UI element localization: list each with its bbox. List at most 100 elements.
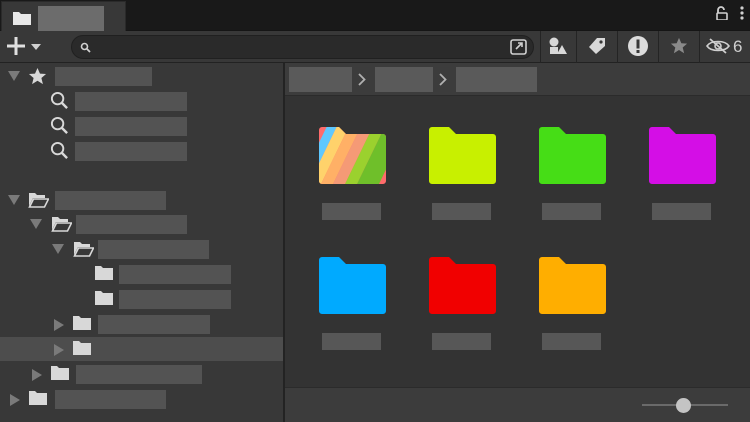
tree-item-label xyxy=(98,340,210,359)
folder-tree xyxy=(0,63,283,422)
folder-icon xyxy=(95,265,113,283)
folder-grid-label xyxy=(652,203,711,220)
folder-contents xyxy=(285,63,750,422)
collapse-arrow-icon[interactable] xyxy=(54,344,64,356)
tree-favorites[interactable] xyxy=(0,64,283,88)
tree-assets-root[interactable] xyxy=(0,188,283,212)
tree-folder[interactable] xyxy=(0,262,283,286)
tree-favorite-item[interactable] xyxy=(0,114,283,138)
tree-item-label xyxy=(76,215,187,234)
tree-folder[interactable] xyxy=(0,287,283,311)
more-options-icon[interactable] xyxy=(740,6,744,23)
folder-grid-item[interactable] xyxy=(308,127,398,237)
favorites-toggle-button[interactable] xyxy=(664,35,694,59)
folder-icon xyxy=(429,257,496,317)
open-search-window-icon[interactable] xyxy=(509,38,529,56)
folder-grid-label xyxy=(322,333,381,350)
tag-icon xyxy=(587,37,607,58)
folder-icon xyxy=(429,127,496,187)
tree-item-label xyxy=(55,191,166,210)
tree-folder[interactable] xyxy=(0,362,283,386)
hidden-packages-toggle[interactable]: 6 xyxy=(706,35,748,59)
breadcrumb-item[interactable] xyxy=(289,67,352,92)
zoom-slider-thumb[interactable] xyxy=(676,398,691,413)
tree-folder-selected[interactable] xyxy=(0,337,283,361)
warning-icon xyxy=(627,35,649,60)
status-footer xyxy=(285,387,750,422)
tree-item-label xyxy=(75,117,187,136)
breadcrumb xyxy=(285,63,750,96)
folder-grid-item[interactable] xyxy=(308,257,398,367)
tree-favorite-item[interactable] xyxy=(0,89,283,113)
folder-grid-item[interactable] xyxy=(528,257,618,367)
tab-title xyxy=(38,6,104,31)
plus-icon xyxy=(6,36,26,59)
folder-icon xyxy=(539,257,606,317)
search-icon xyxy=(50,141,69,163)
collapse-arrow-icon[interactable] xyxy=(54,319,64,331)
tree-favorite-item[interactable] xyxy=(0,139,283,163)
expand-arrow-icon[interactable] xyxy=(30,219,42,229)
expand-arrow-icon[interactable] xyxy=(8,195,20,205)
filter-by-type-button[interactable] xyxy=(543,35,573,59)
folder-icon xyxy=(539,127,606,187)
toolbar: 6 xyxy=(0,31,750,63)
collapse-arrow-icon[interactable] xyxy=(32,369,42,381)
lock-icon[interactable] xyxy=(716,6,728,23)
tree-item-label xyxy=(75,92,187,111)
tree-folder[interactable] xyxy=(0,312,283,336)
tree-folder[interactable] xyxy=(0,237,283,261)
search-field[interactable] xyxy=(71,35,534,59)
folder-grid-item[interactable] xyxy=(528,127,618,237)
folder-grid-item[interactable] xyxy=(638,127,728,237)
filter-by-label-button[interactable] xyxy=(582,35,612,59)
folder-icon xyxy=(51,365,69,383)
folder-grid-label xyxy=(542,333,601,350)
create-button[interactable] xyxy=(6,35,56,59)
tree-item-label xyxy=(98,315,210,334)
search-input[interactable] xyxy=(94,38,504,56)
tree-item-label xyxy=(119,265,231,284)
search-icon xyxy=(50,91,69,113)
filter-by-log-type-button[interactable] xyxy=(623,35,653,59)
star-icon xyxy=(670,37,688,58)
folder-open-icon xyxy=(73,240,95,260)
tab-bar xyxy=(0,0,750,32)
search-icon xyxy=(80,42,91,56)
project-window: 6 xyxy=(0,0,750,422)
tree-item-label xyxy=(119,290,231,309)
tree-folder[interactable] xyxy=(0,212,283,236)
tree-item-label xyxy=(98,240,209,259)
tab-project[interactable] xyxy=(1,1,126,32)
chevron-down-icon xyxy=(31,40,41,54)
folder-open-icon xyxy=(51,215,73,235)
folder-icon xyxy=(95,290,113,308)
breadcrumb-item[interactable] xyxy=(375,67,433,92)
folder-icon xyxy=(319,257,386,317)
shapes-icon xyxy=(548,37,568,58)
folder-icon xyxy=(73,340,91,358)
folder-open-icon xyxy=(28,191,50,211)
tree-item-label xyxy=(75,142,187,161)
hidden-count-value: 6 xyxy=(733,37,743,56)
folder-grid-item[interactable] xyxy=(418,127,508,237)
folder-grid-label xyxy=(542,203,601,220)
collapse-arrow-icon[interactable] xyxy=(10,394,20,406)
expand-arrow-icon[interactable] xyxy=(8,71,20,81)
tree-item-label xyxy=(55,390,166,409)
breadcrumb-item[interactable] xyxy=(456,67,537,92)
rainbow-folder-icon xyxy=(319,127,386,187)
folder-icon xyxy=(29,390,47,408)
star-icon xyxy=(28,67,47,89)
expand-arrow-icon[interactable] xyxy=(52,244,64,254)
eye-slash-icon xyxy=(706,37,730,57)
chevron-right-icon xyxy=(439,73,447,89)
folder-grid-label xyxy=(432,203,491,220)
folder-icon xyxy=(13,11,31,28)
tree-folder[interactable] xyxy=(0,387,283,411)
chevron-right-icon xyxy=(358,73,366,89)
folder-icon xyxy=(73,315,91,333)
folder-grid-label xyxy=(432,333,491,350)
folder-grid-label xyxy=(322,203,381,220)
folder-grid-item[interactable] xyxy=(418,257,508,367)
